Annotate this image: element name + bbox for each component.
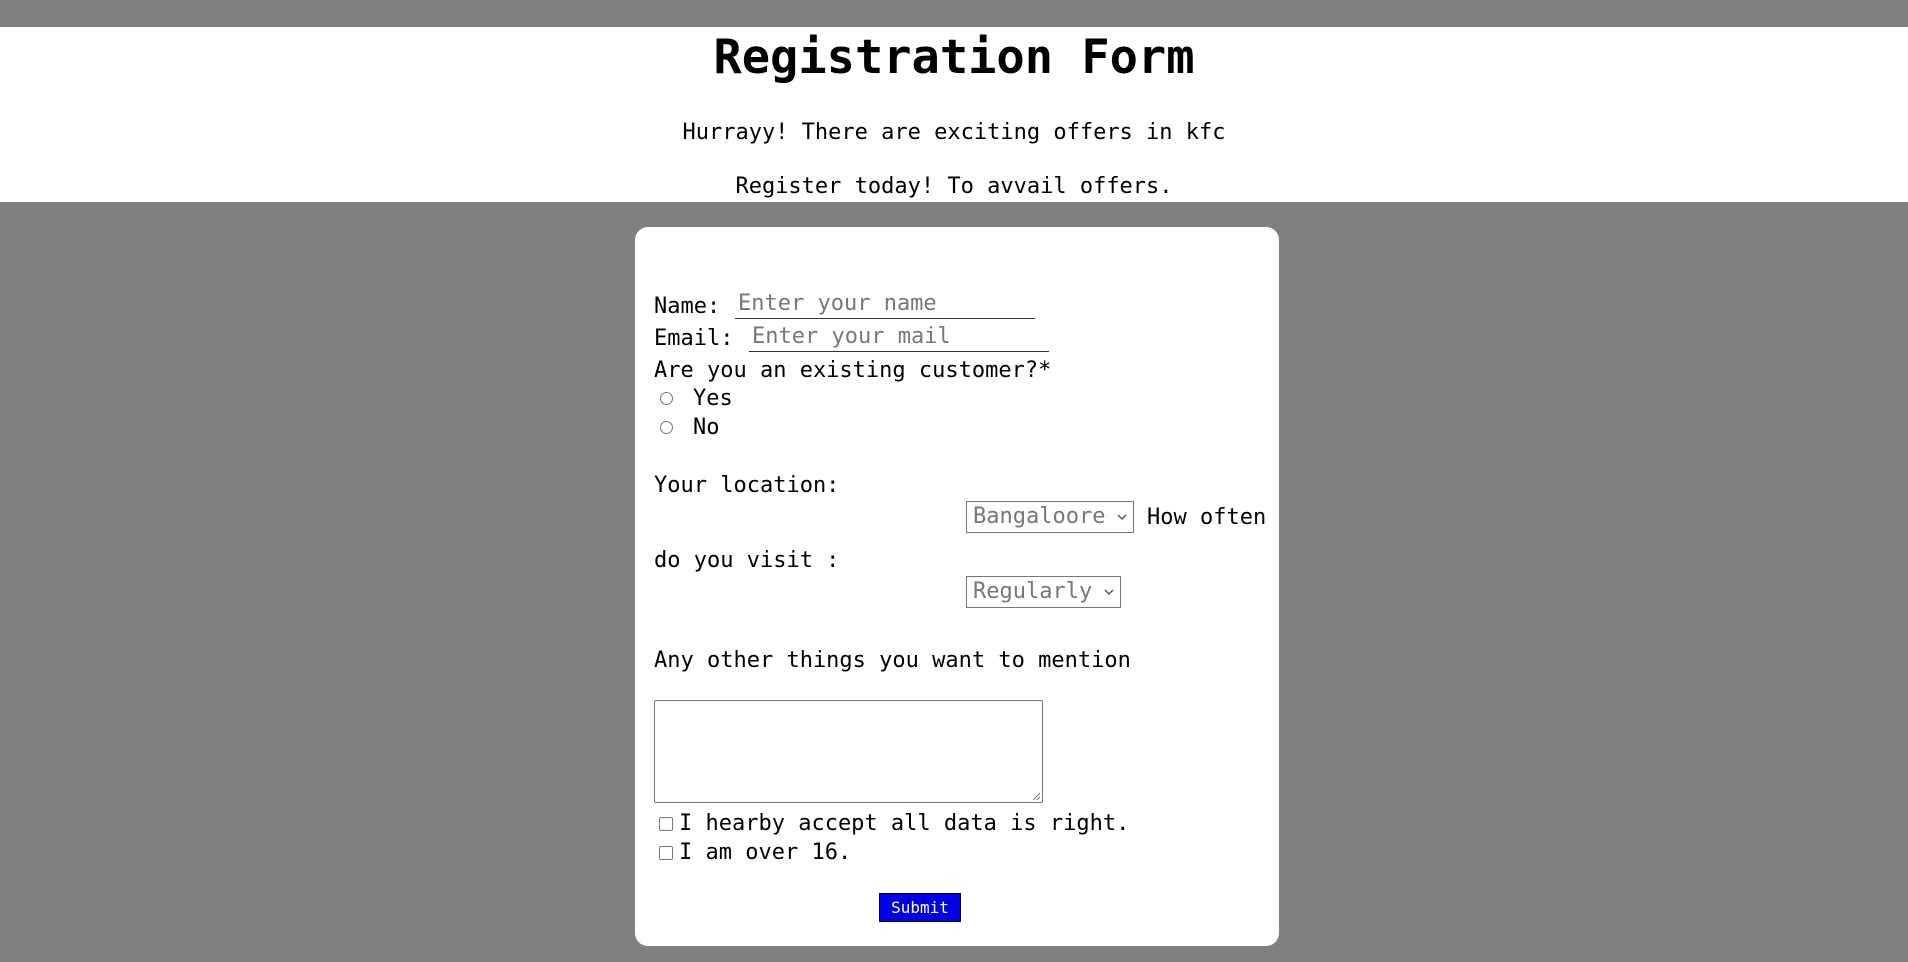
comments-textarea[interactable]	[654, 700, 1043, 803]
location-select[interactable]: Bangaloore	[966, 501, 1134, 533]
over-16-label: I am over 16.	[679, 840, 852, 865]
accept-data-checkbox[interactable]	[659, 817, 673, 831]
customer-yes-label: Yes	[693, 386, 733, 411]
chevron-down-icon	[1104, 589, 1114, 596]
resize-grip-icon[interactable]	[1031, 791, 1041, 801]
visit-frequency-select-value: Regularly	[973, 579, 1093, 604]
customer-no-label: No	[693, 415, 720, 440]
registration-form: Name: Email: Are you an existing custome…	[635, 227, 1279, 946]
chevron-down-icon	[1117, 514, 1127, 521]
customer-no-radio[interactable]	[660, 421, 673, 434]
page-title: Registration Form	[713, 30, 1195, 85]
email-label: Email:	[654, 326, 734, 351]
offer-tagline: Hurrayy! There are exciting offers in kf…	[682, 120, 1226, 145]
visit-frequency-select[interactable]: Regularly	[966, 576, 1121, 608]
submit-button[interactable]: Submit	[879, 893, 961, 922]
name-label: Name:	[654, 294, 721, 319]
over-16-checkbox[interactable]	[659, 846, 673, 860]
email-input[interactable]	[749, 322, 1049, 352]
accept-data-label: I hearby accept all data is right.	[679, 811, 1130, 836]
location-label: Your location:	[654, 473, 840, 498]
visit-frequency-label-end: do you visit :	[654, 548, 840, 573]
comments-label: Any other things you want to mention	[654, 648, 1131, 673]
existing-customer-question: Are you an existing customer?*	[654, 358, 1052, 383]
visit-frequency-label-start: How often	[1147, 505, 1267, 530]
register-tagline: Register today! To avvail offers.	[735, 174, 1173, 199]
customer-yes-radio[interactable]	[660, 392, 673, 405]
name-input[interactable]	[735, 289, 1035, 319]
location-select-value: Bangaloore	[973, 504, 1106, 529]
